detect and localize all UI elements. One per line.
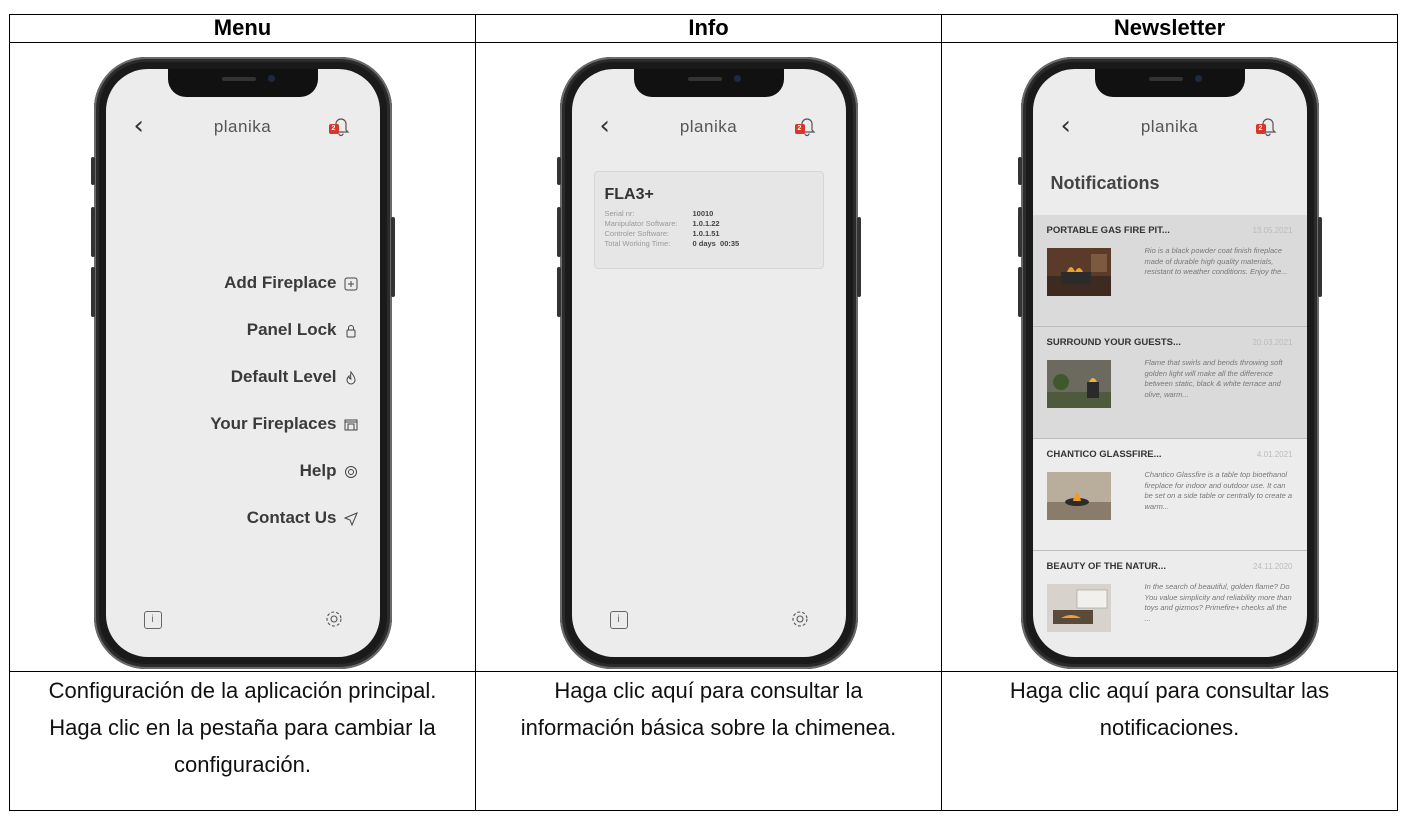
info-value: 1.0.1.51 (692, 229, 720, 238)
notification-badge: 2 (794, 124, 805, 134)
gear-icon[interactable] (324, 609, 344, 629)
menu-item-label: Help (299, 460, 337, 480)
caption-menu: Configuración de la aplicación principal… (9, 671, 476, 811)
notification-list: PORTABLE GAS FIRE PIT... 13.05.2021 Rio … (1032, 215, 1307, 657)
menu-phone-cell: ‹ planika 2 Add Fireplace Panel Lock Def… (9, 42, 476, 672)
caption-info: Haga clic aquí para consultar la informa… (475, 671, 942, 811)
menu-item-panel-lock[interactable]: Panel Lock (210, 306, 357, 353)
notification-text: In the search of beautiful, golden flame… (1144, 582, 1292, 623)
phone-frame: ‹ planika 2 Add Fireplace Panel Lock Def… (90, 57, 395, 669)
notification-headline: PORTABLE GAS FIRE PIT... (1046, 225, 1170, 236)
phone-notch (633, 69, 784, 97)
screenshot-row: ‹ planika 2 Add Fireplace Panel Lock Def… (9, 42, 1398, 672)
header-row: Menu Info Newsletter (9, 14, 1398, 43)
menu-item-help[interactable]: Help (210, 447, 357, 494)
caption-text: Haga clic aquí para consultar las notifi… (1009, 678, 1330, 740)
lock-icon (344, 323, 358, 337)
bell-icon[interactable]: 2 (1255, 115, 1279, 137)
notification-date: 24.11.2020 (1253, 562, 1293, 571)
flame-icon (344, 369, 358, 384)
device-name: FLA3+ (604, 186, 654, 203)
phone-notch (1094, 69, 1245, 97)
bell-icon[interactable]: 2 (328, 115, 352, 137)
caption-text: Configuración de la aplicación principal… (48, 678, 437, 777)
menu-item-default-level[interactable]: Default Level (210, 353, 357, 400)
phone-frame: ‹ planika 2 FLA3+ Serial nr: 10010 Manipu… (556, 57, 861, 669)
info-key: Serial nr: (604, 209, 635, 218)
fireplace-icon (344, 417, 358, 431)
top-bar: ‹ planika 2 (1033, 113, 1307, 143)
column-header-menu: Menu (9, 14, 476, 43)
notification-item[interactable]: SURROUND YOUR GUESTS... 20.03.2021 Flame… (1032, 327, 1307, 439)
menu-item-label: Panel Lock (246, 319, 337, 339)
phone-notch (167, 69, 318, 97)
info-row: Total Working Time: 0 days 00:35 (605, 239, 740, 249)
newsletter-phone-cell: ‹ planika 2 Notifications PORTABLE GAS F… (941, 42, 1398, 672)
notification-item[interactable]: PORTABLE GAS FIRE PIT... 13.05.2021 Rio … (1032, 215, 1307, 327)
bottom-bar: i (572, 603, 846, 643)
notification-text: Flame that swirls and bends throwing sof… (1144, 358, 1283, 399)
notification-thumbnail (1046, 472, 1111, 520)
notification-thumbnail (1046, 584, 1111, 632)
info-row: Serial nr: 10010 (605, 209, 740, 219)
notification-thumbnail (1046, 360, 1111, 408)
info-key: Controler Software: (604, 229, 670, 238)
device-info-card: FLA3+ Serial nr: 10010 Manipulator Softwa… (593, 171, 824, 269)
info-value: 1.0.1.22 (692, 219, 720, 228)
notification-date: 4.01.2021 (1256, 450, 1293, 459)
instruction-table: Menu Info Newsletter ‹ planika 2 Add Fir… (9, 14, 1398, 811)
notification-date: 13.05.2021 (1252, 226, 1293, 235)
phone-frame: ‹ planika 2 Notifications PORTABLE GAS F… (1017, 57, 1322, 669)
info-row: Manipulator Software: 1.0.1.22 (605, 219, 740, 229)
caption-newsletter: Haga clic aquí para consultar las notifi… (941, 671, 1398, 811)
notification-headline: CHANTICO GLASSFIRE... (1046, 449, 1162, 460)
top-bar: ‹ planika 2 (572, 113, 846, 143)
info-screen: ‹ planika 2 FLA3+ Serial nr: 10010 Manipu… (571, 69, 846, 657)
top-bar: ‹ planika 2 (106, 113, 380, 143)
info-value: 10010 (692, 209, 714, 218)
bell-icon[interactable]: 2 (794, 115, 818, 137)
notification-badge: 2 (1255, 124, 1266, 134)
notification-badge: 2 (328, 124, 339, 134)
menu-screen: ‹ planika 2 Add Fireplace Panel Lock Def… (105, 69, 380, 657)
menu-item-label: Add Fireplace (224, 272, 337, 292)
notification-item[interactable]: BEAUTY OF THE NATUR... 24.11.2020 In the… (1033, 551, 1307, 657)
info-icon[interactable]: i (143, 611, 162, 629)
info-row: Controler Software: 1.0.1.51 (605, 229, 740, 239)
notification-date: 20.03.2021 (1252, 338, 1293, 347)
main-menu: Add Fireplace Panel Lock Default Level Y… (210, 259, 358, 541)
send-icon (343, 511, 358, 526)
menu-item-label: Default Level (230, 366, 337, 386)
notification-thumbnail (1046, 248, 1111, 296)
caption-row: Configuración de la aplicación principal… (9, 671, 1398, 811)
info-value: 0 days 00:35 (692, 239, 740, 248)
info-key: Total Working Time: (604, 239, 671, 248)
gear-icon[interactable] (790, 609, 810, 629)
info-icon[interactable]: i (609, 611, 628, 629)
notification-headline: BEAUTY OF THE NATUR... (1046, 561, 1166, 572)
menu-item-contact-us[interactable]: Contact Us (210, 494, 358, 541)
newsletter-screen: ‹ planika 2 Notifications PORTABLE GAS F… (1032, 69, 1307, 657)
device-info-rows: Serial nr: 10010 Manipulator Software: 1.0… (605, 209, 740, 249)
bottom-bar: i (106, 603, 380, 643)
notifications-title: Notifications (1050, 173, 1160, 193)
notification-text: Rio is a black powder coat finish firepl… (1144, 246, 1288, 276)
menu-item-add-fireplace[interactable]: Add Fireplace (210, 259, 357, 306)
notification-text: Chantico Glassfire is a table top bioeth… (1144, 470, 1293, 511)
column-header-newsletter: Newsletter (941, 14, 1398, 43)
column-header-info: Info (475, 14, 942, 43)
notification-headline: SURROUND YOUR GUESTS... (1046, 337, 1181, 348)
menu-item-label: Your Fireplaces (210, 413, 337, 433)
info-phone-cell: ‹ planika 2 FLA3+ Serial nr: 10010 Manipu… (475, 42, 942, 672)
caption-text: Haga clic aquí para consultar la informa… (520, 678, 897, 740)
menu-item-your-fireplaces[interactable]: Your Fireplaces (210, 400, 357, 447)
info-key: Manipulator Software: (604, 219, 678, 228)
lifebuoy-icon (344, 464, 358, 478)
notification-item[interactable]: CHANTICO GLASSFIRE... 4.01.2021 Chantico… (1032, 439, 1307, 551)
menu-item-label: Contact Us (246, 507, 337, 527)
plus-box-icon (344, 276, 358, 290)
